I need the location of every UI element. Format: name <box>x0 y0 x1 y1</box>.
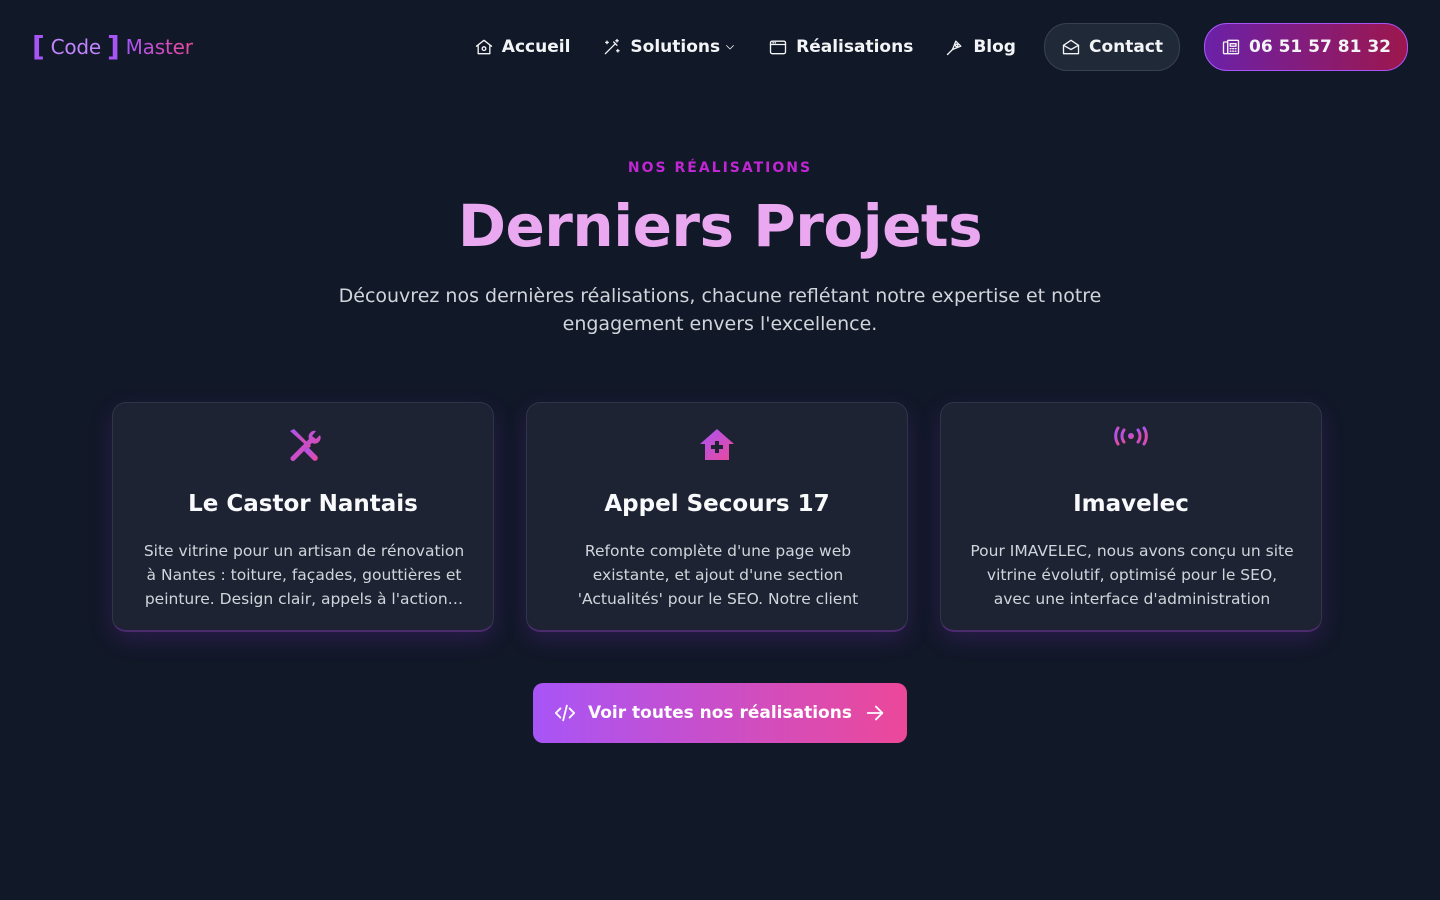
code-icon <box>554 704 576 722</box>
antenna-icon <box>941 425 1321 469</box>
section-subtitle: Découvrez nos dernières réalisations, ch… <box>338 285 1102 335</box>
nav-item-accueil[interactable]: Accueil <box>458 24 587 70</box>
project-title: Imavelec <box>1073 491 1189 517</box>
fax-phone-icon <box>1222 39 1240 55</box>
logo-word-master: Master <box>125 35 193 59</box>
tools-icon <box>113 425 493 469</box>
nav-links: Accueil Solutions Réalisations Blog Cont… <box>458 23 1408 71</box>
nav-item-realisations[interactable]: Réalisations <box>752 24 929 70</box>
top-navigation: [ Code ] Master Accueil Solutions Réalis… <box>0 0 1440 94</box>
brand-logo[interactable]: [ Code ] Master <box>32 30 193 64</box>
logo-bracket-open: [ <box>32 30 45 63</box>
pen-nib-icon <box>947 40 962 56</box>
project-description: Site vitrine pour un artisan de rénovati… <box>143 542 465 608</box>
nav-item-blog[interactable]: Blog <box>929 24 1032 70</box>
section-eyebrow: NOS RÉALISATIONS <box>627 160 813 176</box>
browser-window-icon <box>769 40 787 55</box>
home-icon <box>475 39 492 55</box>
project-description: Refonte complète d'une page web existant… <box>577 542 859 608</box>
medical-house-icon <box>527 425 907 469</box>
view-all-projects-button[interactable]: Voir toutes nos réalisations <box>533 683 907 743</box>
logo-word-code: Code <box>50 35 102 59</box>
phone-button[interactable]: 06 51 57 81 32 <box>1204 23 1408 71</box>
arrow-right-icon <box>866 705 884 721</box>
project-card[interactable]: Le Castor Nantais Site vitrine pour un a… <box>112 402 494 632</box>
envelope-open-icon <box>1062 39 1080 55</box>
projects-grid: Le Castor Nantais Site vitrine pour un a… <box>112 402 1328 632</box>
nav-item-label: Accueil <box>501 37 571 57</box>
contact-button-label: Contact <box>1088 37 1164 57</box>
logo-bracket-close: ] <box>107 30 120 63</box>
project-title: Appel Secours 17 <box>604 491 830 517</box>
nav-item-label: Blog <box>973 37 1016 57</box>
project-card[interactable]: Imavelec Pour IMAVELEC, nous avons conçu… <box>940 402 1322 632</box>
magic-wand-icon <box>605 38 621 55</box>
nav-item-label: Solutions <box>630 37 721 57</box>
nav-item-label: Réalisations <box>796 37 914 57</box>
project-card[interactable]: Appel Secours 17 Refonte complète d'une … <box>526 402 908 632</box>
project-title: Le Castor Nantais <box>188 491 418 517</box>
project-description: Pour IMAVELEC, nous avons conçu un site … <box>970 542 1294 608</box>
section-title: Derniers Projets <box>457 192 983 260</box>
contact-button[interactable]: Contact <box>1043 23 1181 71</box>
chevron-down-icon <box>726 45 735 50</box>
nav-item-solutions[interactable]: Solutions <box>586 24 752 70</box>
phone-number: 06 51 57 81 32 <box>1249 37 1391 57</box>
cta-label: Voir toutes nos réalisations <box>588 703 852 723</box>
